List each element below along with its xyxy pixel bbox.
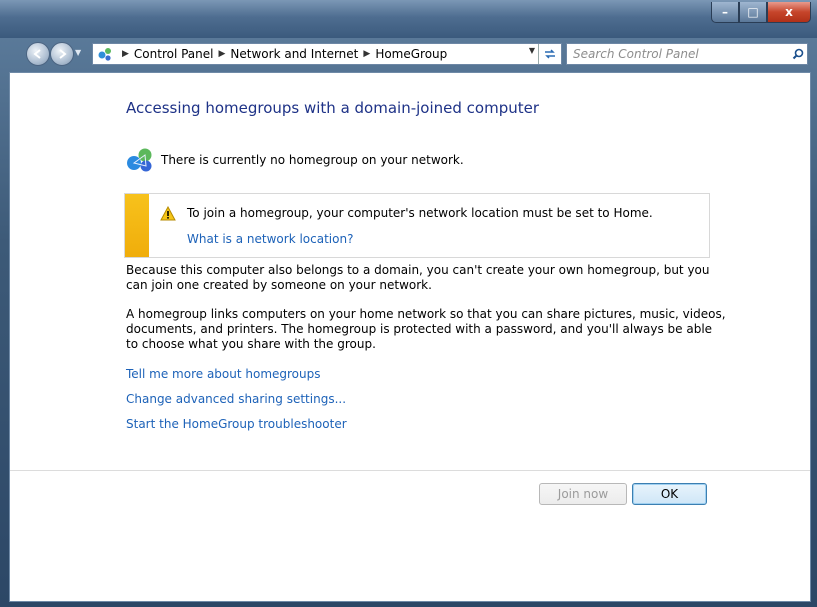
warning-stripe (125, 194, 149, 257)
breadcrumb-homegroup[interactable]: HomeGroup (375, 47, 447, 61)
ok-button[interactable]: OK (632, 483, 707, 505)
chevron-right-icon: ▶ (122, 49, 129, 59)
recent-pages-dropdown[interactable]: ▼ (75, 48, 81, 57)
refresh-button[interactable] (538, 44, 561, 64)
search-input[interactable]: Search Control Panel (567, 47, 789, 61)
breadcrumb-control-panel[interactable]: Control Panel (134, 47, 214, 61)
chevron-right-icon: ▶ (363, 49, 371, 59)
warning-icon (160, 206, 176, 221)
troubleshooter-link[interactable]: Start the HomeGroup troubleshooter (126, 417, 347, 431)
address-bar[interactable]: ▶ Control Panel ▶ Network and Internet ▶… (92, 43, 562, 65)
search-box[interactable]: Search Control Panel (566, 43, 808, 65)
status-text: There is currently no homegroup on your … (161, 153, 464, 167)
caption-buttons: – □ x (711, 2, 811, 23)
arrow-right-icon (59, 49, 67, 59)
back-button[interactable] (26, 42, 50, 66)
homegroup-status: There is currently no homegroup on your … (126, 147, 464, 173)
explorer-window: – □ x ▼ ▶ Control Panel ▶ Network and In… (0, 0, 817, 607)
minimize-button[interactable]: – (711, 2, 739, 23)
page-title: Accessing homegroups with a domain-joine… (126, 99, 540, 117)
homegroup-icon (127, 148, 152, 172)
title-bar[interactable]: – □ x (0, 0, 817, 38)
address-dropdown-icon[interactable]: ▼ (529, 46, 535, 55)
tell-me-more-link[interactable]: Tell me more about homegroups (126, 367, 321, 381)
chevron-right-icon: ▶ (218, 49, 226, 59)
advanced-sharing-link[interactable]: Change advanced sharing settings... (126, 392, 346, 406)
search-icon[interactable] (789, 48, 807, 60)
content-pane: Accessing homegroups with a domain-joine… (9, 72, 811, 602)
homegroup-description-text: A homegroup links computers on your home… (126, 307, 726, 351)
breadcrumb-network-and-internet[interactable]: Network and Internet (230, 47, 358, 61)
forward-button[interactable] (50, 42, 74, 66)
warning-text: To join a homegroup, your computer's net… (187, 206, 653, 220)
divider (10, 470, 810, 471)
domain-explanation-text: Because this computer also belongs to a … (126, 263, 710, 292)
maximize-button[interactable]: □ (739, 2, 767, 23)
refresh-icon (545, 49, 555, 59)
network-globe-icon (97, 46, 113, 62)
warning-box: To join a homegroup, your computer's net… (124, 193, 710, 258)
join-now-button[interactable]: Join now (539, 483, 627, 505)
network-location-link[interactable]: What is a network location? (187, 232, 353, 246)
close-button[interactable]: x (767, 2, 811, 23)
arrow-left-icon (33, 49, 41, 59)
